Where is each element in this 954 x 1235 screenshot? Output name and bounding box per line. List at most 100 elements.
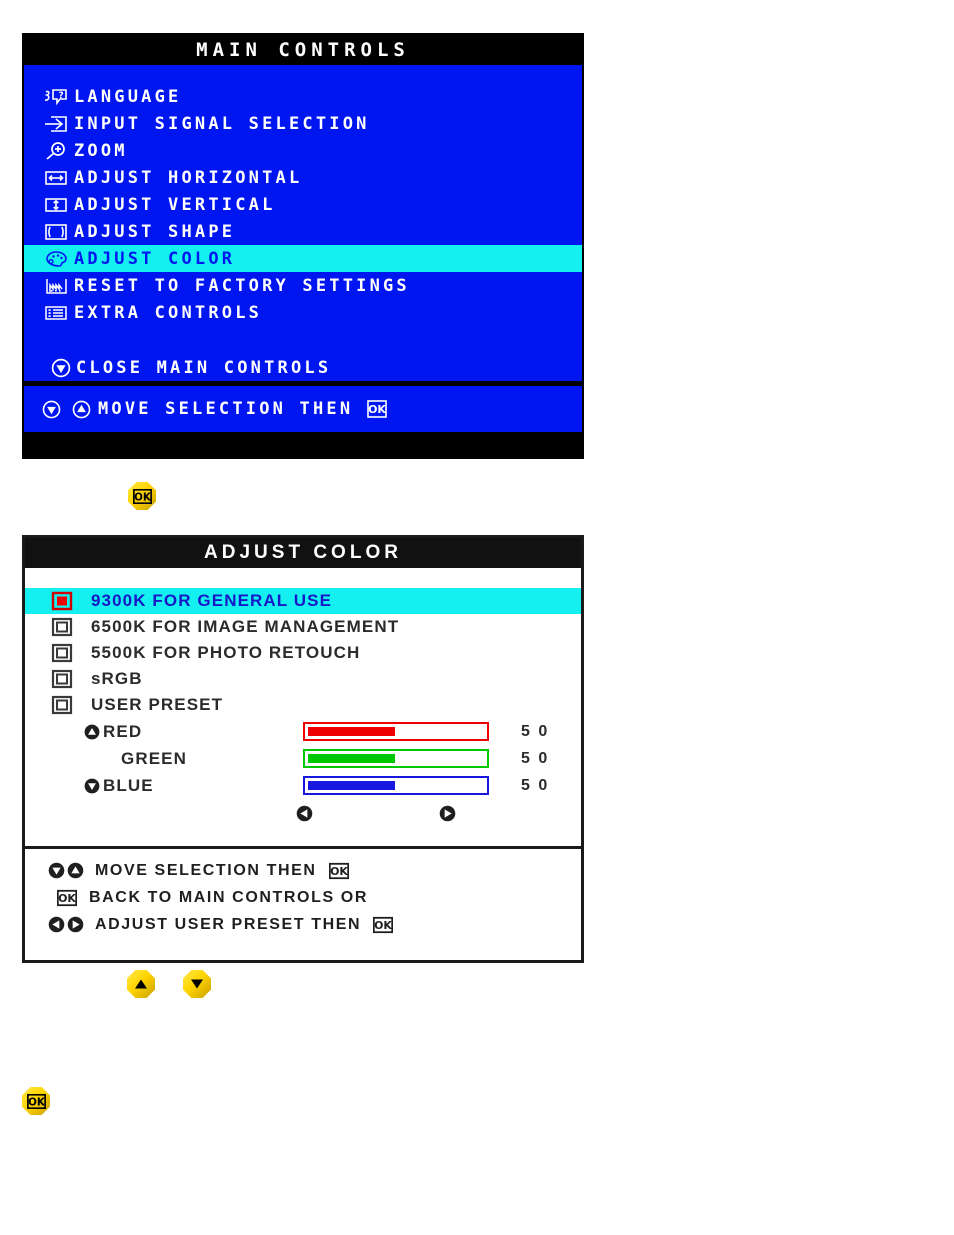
slider-track-blue[interactable]: [303, 776, 489, 795]
down-arrow-icon: [83, 777, 103, 795]
left-arrow-icon: [47, 915, 66, 934]
ok-icon: OK: [367, 400, 388, 418]
slider-row-blue[interactable]: BLUE 5 0: [25, 772, 581, 799]
svg-text:?: ?: [59, 91, 64, 101]
down-arrow-icon: [46, 357, 76, 379]
adjust-color-osd-panel: ADJUST COLOR 9300K FOR GENERAL USE 6500K…: [22, 535, 584, 963]
svg-text:OK: OK: [134, 491, 152, 503]
menu-item-label: ADJUST VERTICAL: [74, 194, 276, 215]
preset-option-9300k[interactable]: 9300K FOR GENERAL USE: [25, 588, 581, 614]
menu-item-reset-to-factory-settings[interactable]: RESET TO FACTORY SETTINGS: [24, 272, 582, 299]
slider-label: GREEN: [121, 748, 187, 768]
menu-item-label: ADJUST COLOR: [74, 248, 236, 269]
menu-item-label: INPUT SIGNAL SELECTION: [74, 113, 370, 134]
adjust-color-footer-hints: MOVE SELECTION THEN OK OK BACK TO MAIN C…: [25, 849, 581, 944]
preset-label: 5500K FOR PHOTO RETOUCH: [91, 643, 361, 662]
preset-label: 6500K FOR IMAGE MANAGEMENT: [91, 617, 400, 636]
menu-item-label: LANGUAGE: [74, 86, 182, 107]
slider-fill-red: [308, 727, 396, 736]
up-arrow-icon: [64, 398, 98, 420]
ok-icon: OK: [57, 889, 77, 907]
radio-icon: [51, 643, 91, 663]
menu-item-extra-controls[interactable]: EXTRA CONTROLS: [24, 299, 582, 326]
nudge-spacer: [83, 804, 283, 828]
preset-label: USER PRESET: [91, 695, 224, 714]
svg-text:OK: OK: [368, 403, 386, 416]
preset-label: 9300K FOR GENERAL USE: [91, 591, 333, 610]
adjust-color-title: ADJUST COLOR: [25, 538, 581, 568]
slider-fill-green: [308, 754, 396, 763]
menu-spacer: [24, 326, 582, 354]
svg-text:OK: OK: [374, 919, 392, 932]
preset-option-5500k[interactable]: 5500K FOR PHOTO RETOUCH: [25, 640, 581, 666]
radio-selected-icon: [51, 591, 91, 611]
menu-item-label: ADJUST HORIZONTAL: [74, 167, 303, 188]
adjust-color-options: 9300K FOR GENERAL USE 6500K FOR IMAGE MA…: [25, 568, 581, 849]
down-arrow-icon: [47, 861, 66, 880]
reset-factory-icon: [38, 275, 74, 297]
slider-label: RED: [103, 721, 143, 741]
menu-item-close-main-controls[interactable]: CLOSE MAIN CONTROLS: [24, 354, 582, 381]
menu-item-label: CLOSE MAIN CONTROLS: [76, 357, 332, 378]
footer-hint-label: ADJUST USER PRESET THEN: [95, 915, 362, 933]
menu-item-input-signal-selection[interactable]: INPUT SIGNAL SELECTION: [24, 110, 582, 137]
up-button[interactable]: [127, 970, 155, 998]
menu-item-label: ADJUST SHAPE: [74, 221, 236, 242]
footer-hint-label: MOVE SELECTION THEN: [98, 399, 354, 419]
preset-option-user-preset[interactable]: USER PRESET: [25, 692, 581, 718]
menu-item-label: EXTRA CONTROLS: [74, 302, 263, 323]
svg-text:OK: OK: [58, 892, 76, 905]
menu-item-label: ZOOM: [74, 140, 128, 161]
menu-item-language[interactable]: ? LANGUAGE: [24, 83, 582, 110]
menu-item-adjust-horizontal[interactable]: ADJUST HORIZONTAL: [24, 164, 582, 191]
input-signal-icon: [38, 113, 74, 135]
slider-track-red[interactable]: [303, 722, 489, 741]
slider-label: BLUE: [103, 775, 154, 795]
left-arrow-icon[interactable]: [295, 804, 314, 828]
footer-hint-adjust-user-preset: ADJUST USER PRESET THEN OK: [25, 911, 581, 938]
ok-icon: OK: [328, 862, 349, 880]
footer-hint-label: MOVE SELECTION THEN: [95, 861, 317, 879]
radio-icon: [51, 669, 91, 689]
main-controls-footer-hint: MOVE SELECTION THEN OK: [24, 381, 582, 432]
up-arrow-icon: [66, 861, 85, 880]
menu-item-zoom[interactable]: ZOOM: [24, 137, 582, 164]
footer-hint-back-to-main: OK BACK TO MAIN CONTROLS OR: [25, 884, 581, 911]
radio-icon: [51, 695, 91, 715]
adjust-vertical-icon: [38, 194, 74, 216]
down-arrow-icon: [38, 398, 64, 420]
footer-hint-label: BACK TO MAIN CONTROLS OR: [89, 888, 368, 906]
svg-text:OK: OK: [28, 1096, 46, 1108]
menu-item-label: RESET TO FACTORY SETTINGS: [74, 275, 410, 296]
footer-hint-move-selection: MOVE SELECTION THEN OK: [25, 857, 581, 884]
ok-button[interactable]: OK: [128, 482, 156, 510]
adjust-horizontal-icon: [38, 167, 74, 189]
slider-track-green[interactable]: [303, 749, 489, 768]
main-controls-menu-list: ? LANGUAGE INPUT SIGNAL SELECTION ZOOM A…: [24, 65, 582, 381]
down-button[interactable]: [183, 970, 211, 998]
slider-value-green: 5 0: [521, 749, 550, 767]
right-arrow-icon[interactable]: [438, 804, 457, 828]
menu-item-adjust-vertical[interactable]: ADJUST VERTICAL: [24, 191, 582, 218]
slider-value-blue: 5 0: [521, 776, 550, 794]
menu-item-adjust-shape[interactable]: ADJUST SHAPE: [24, 218, 582, 245]
svg-text:OK: OK: [330, 865, 348, 878]
adjust-color-icon: [38, 248, 74, 270]
main-controls-osd-panel: MAIN CONTROLS ? LANGUAGE INPUT SIGNAL SE…: [22, 33, 584, 459]
adjust-shape-icon: [38, 221, 74, 243]
main-controls-title: MAIN CONTROLS: [24, 35, 582, 65]
slider-row-red[interactable]: RED 5 0: [25, 718, 581, 745]
right-arrow-icon: [66, 915, 85, 934]
slider-nudge-row: [25, 804, 581, 828]
slider-fill-blue: [308, 781, 396, 790]
preset-option-srgb[interactable]: sRGB: [25, 666, 581, 692]
radio-icon: [51, 617, 91, 637]
slider-value-red: 5 0: [521, 722, 550, 740]
menu-item-adjust-color[interactable]: ADJUST COLOR: [24, 245, 582, 272]
preset-option-6500k[interactable]: 6500K FOR IMAGE MANAGEMENT: [25, 614, 581, 640]
slider-row-green[interactable]: GREEN 5 0: [25, 745, 581, 772]
zoom-icon: [38, 140, 74, 162]
ok-button-bottom[interactable]: OK: [22, 1087, 50, 1115]
extra-controls-icon: [38, 302, 74, 324]
language-icon: ?: [38, 86, 74, 108]
